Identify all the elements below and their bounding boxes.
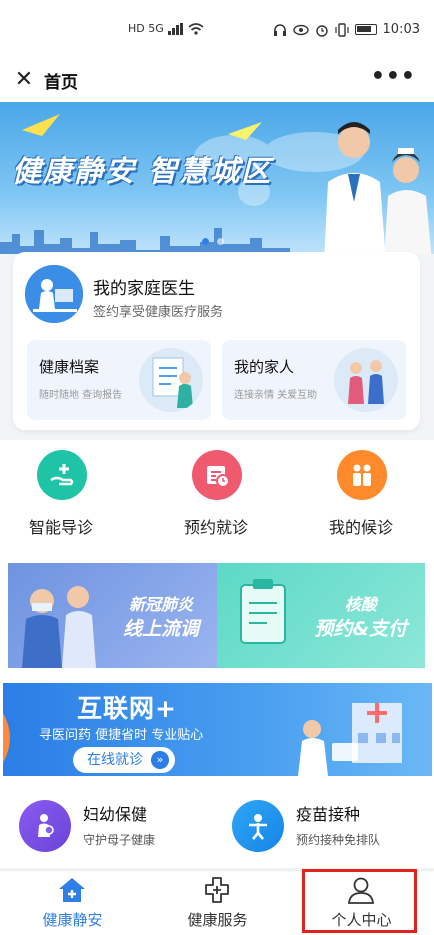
hand-plus-icon	[37, 450, 87, 500]
carousel-dots	[202, 238, 224, 245]
status-icons: 10:03	[273, 22, 420, 37]
health-record-subtitle: 随时随地 查询报告	[39, 390, 123, 401]
promo-section: 新冠肺炎 线上流调 核酸 预约&支付	[0, 548, 434, 678]
maternal-child-care-desc: 守护母子健康	[83, 833, 156, 847]
tab-health-jingan-label: 健康静安	[42, 911, 103, 929]
health-record-title: 健康档案	[39, 358, 100, 376]
covid-survey-card[interactable]: 新冠肺炎 线上流调	[8, 563, 217, 668]
clock: 10:03	[382, 22, 420, 37]
orange-tab-decoration	[3, 713, 10, 763]
hospital-illustration	[298, 703, 402, 776]
title-bar: ✕ 首页 •••	[0, 58, 434, 102]
status-bar: HD 5G 10:03	[0, 0, 434, 58]
mother-baby-icon	[19, 800, 71, 852]
online-consult-label: 在线就诊	[87, 752, 143, 768]
eye-icon	[292, 24, 309, 35]
vaccination-title: 疫苗接种	[296, 805, 361, 824]
headset-icon	[273, 23, 286, 36]
nucleic-acid-card[interactable]: 核酸 预约&支付	[217, 563, 425, 668]
my-queue-button[interactable]: 我的候诊	[301, 450, 421, 546]
paper-plane-icon	[228, 122, 262, 140]
double-chevron-right-icon: »	[151, 751, 169, 769]
child-vaccine-icon	[232, 800, 284, 852]
maternal-child-care-title: 妇幼保健	[83, 805, 148, 824]
family-doctor-card: 我的家庭医生 签约享受健康医疗服务 健康档案 随时随地 查询报告 我的家人 连接…	[13, 252, 420, 430]
wifi-icon	[188, 22, 204, 35]
my-family-card[interactable]: 我的家人 连接亲情 关爱互助	[222, 340, 406, 420]
family-doctor-title[interactable]: 我的家庭医生	[93, 274, 195, 299]
vibrate-icon	[334, 22, 349, 37]
nucleic-acid-line2: 预约&支付	[314, 618, 407, 640]
carousel-dot[interactable]	[217, 238, 224, 245]
services-section: 妇幼保健 守护母子健康 疫苗接种 预约接种免排队	[0, 778, 434, 868]
online-consult-button[interactable]: 在线就诊 »	[73, 747, 175, 773]
my-family-subtitle: 连接亲情 关爱互助	[234, 390, 318, 401]
bottom-tab-bar: 健康静安 健康服务 个人中心	[0, 870, 434, 935]
health-record-card[interactable]: 健康档案 随时随地 查询报告	[27, 340, 211, 420]
my-family-title: 我的家人	[234, 358, 295, 376]
tab-personal-center[interactable]: 个人中心	[289, 871, 434, 935]
network-indicator: HD 5G	[128, 22, 204, 35]
page-title: 首页	[44, 73, 78, 93]
maternal-child-care-button[interactable]: 妇幼保健 守护母子健康	[13, 786, 218, 868]
nucleic-acid-text: 核酸 预约&支付	[314, 593, 407, 641]
family-doctor-subtitle: 签约享受健康医疗服务	[93, 305, 224, 320]
covid-survey-text: 新冠肺炎 线上流调	[123, 593, 199, 641]
vaccination-button[interactable]: 疫苗接种 预约接种免排队	[226, 786, 431, 868]
more-options-button[interactable]: •••	[371, 64, 416, 89]
calendar-clock-icon	[192, 450, 242, 500]
doctor-desk-illustration	[25, 265, 83, 323]
tab-health-services-label: 健康服务	[187, 911, 248, 929]
tab-health-jingan[interactable]: 健康静安	[0, 871, 145, 935]
internet-plus-title: 互联网+	[77, 694, 177, 723]
user-icon	[348, 877, 374, 904]
internet-plus-subtitle: 寻医问药 便捷省时 专业贴心	[39, 728, 204, 743]
covid-survey-line1: 新冠肺炎	[128, 595, 193, 614]
close-icon[interactable]: ✕	[10, 66, 38, 94]
tab-personal-center-label: 个人中心	[331, 911, 392, 929]
home-icon	[59, 878, 85, 902]
medical-staff-illustration	[22, 586, 96, 668]
carousel-dot[interactable]	[202, 238, 209, 245]
clipboard-illustration	[240, 579, 286, 644]
medical-cross-icon	[205, 877, 229, 903]
paper-plane-icon	[22, 114, 60, 136]
internet-plus-section: 互联网+ 寻医问药 便捷省时 专业贴心 在线就诊 »	[0, 678, 434, 778]
my-family-illustration	[334, 348, 398, 412]
alarm-icon	[315, 24, 328, 37]
covid-survey-line2: 线上流调	[122, 618, 199, 640]
appointment-label: 预约就诊	[183, 518, 248, 537]
health-record-illustration	[139, 348, 203, 412]
function-grid: 智能导诊 预约就诊 我的候诊	[0, 440, 434, 548]
network-label: HD 5G	[128, 22, 164, 35]
tab-health-services[interactable]: 健康服务	[145, 871, 290, 935]
vaccination-desc: 预约接种免排队	[296, 833, 381, 847]
smart-triage-button[interactable]: 智能导诊	[1, 450, 121, 546]
appointment-button[interactable]: 预约就诊	[156, 450, 276, 546]
doctor-avatar	[25, 265, 83, 323]
battery-icon	[354, 24, 377, 35]
smart-triage-label: 智能导诊	[28, 518, 93, 537]
my-queue-label: 我的候诊	[328, 518, 393, 537]
signal-icon	[167, 22, 183, 35]
hero-banner[interactable]: 健康静安 智慧城区	[0, 102, 434, 254]
banner-headline: 健康静安 智慧城区	[12, 154, 273, 188]
internet-plus-banner[interactable]: 互联网+ 寻医问药 便捷省时 专业贴心 在线就诊 »	[3, 683, 432, 776]
people-queue-icon	[337, 450, 387, 500]
nucleic-acid-line1: 核酸	[344, 595, 377, 614]
